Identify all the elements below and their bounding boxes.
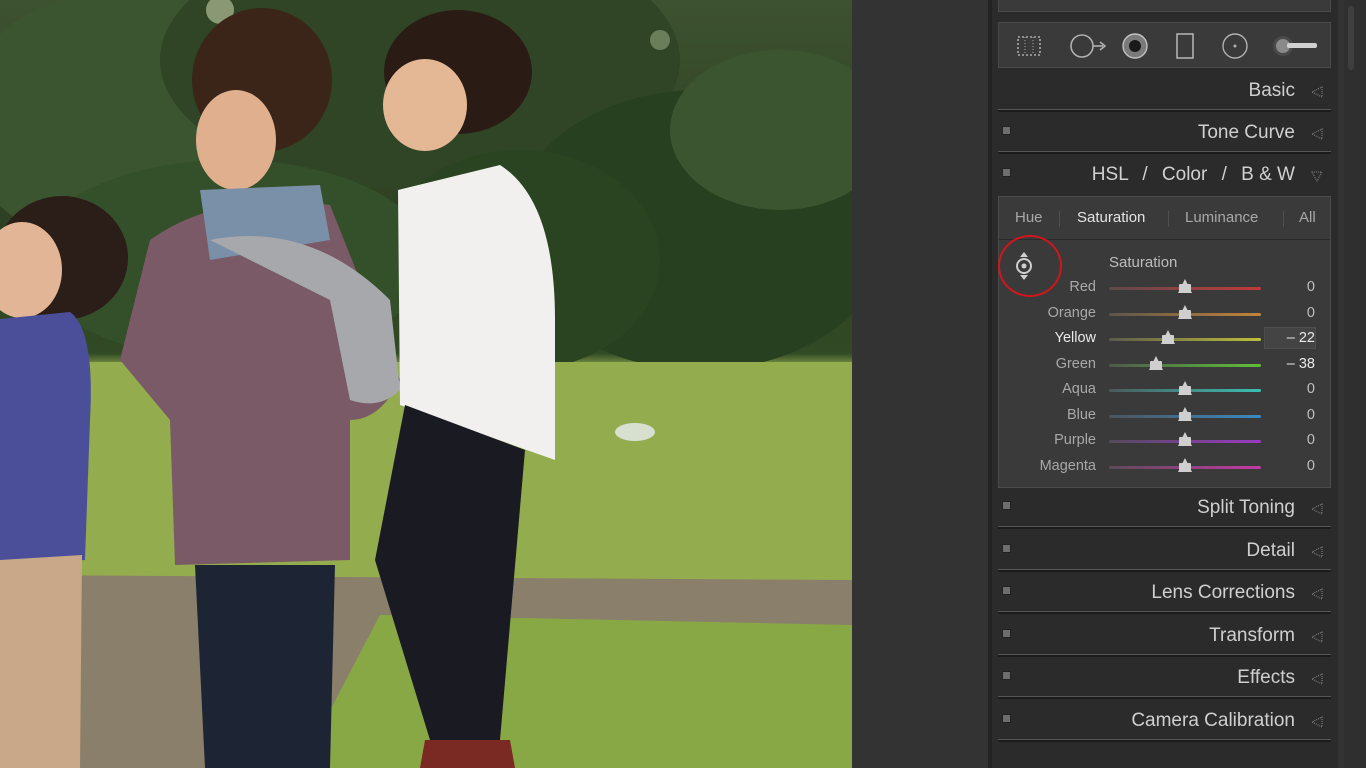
slider-handle[interactable] [1178, 304, 1192, 319]
slider-row-red: Red 0 [999, 275, 1330, 300]
tab-saturation[interactable]: Saturation [1077, 209, 1145, 226]
crop-overlay-icon[interactable] [1015, 32, 1043, 60]
graduated-filter-icon[interactable] [1171, 32, 1199, 60]
collapse-triangle-icon[interactable] [1311, 631, 1323, 643]
slider-handle[interactable] [1178, 381, 1192, 395]
slider-value[interactable]: – 22 [1287, 330, 1315, 346]
bw-tab[interactable]: B & W [1241, 164, 1295, 185]
panel-switch[interactable] [1002, 544, 1011, 553]
slider-row-blue: Blue 0 [999, 403, 1330, 428]
slider-row-yellow: Yellow – 22 [999, 326, 1330, 351]
tab-hue[interactable]: Hue [1015, 209, 1043, 226]
slider-label: Magenta [1039, 457, 1096, 474]
spot-removal-icon[interactable] [1069, 32, 1109, 60]
collapse-triangle-icon[interactable] [1311, 588, 1323, 600]
slider-value[interactable]: 0 [1307, 381, 1315, 397]
collapse-triangle-icon[interactable] [1311, 716, 1323, 728]
section-lens-corrections[interactable]: Lens Corrections [998, 576, 1331, 614]
slider-value[interactable]: 0 [1307, 432, 1315, 448]
hsl-tabs: Hue Saturation Luminance All [999, 197, 1330, 240]
hsl-header-title: HSL / Color / B & W [1092, 164, 1295, 186]
tab-luminance[interactable]: Luminance [1185, 209, 1258, 226]
slider-row-magenta: Magenta 0 [999, 454, 1330, 479]
section-title: Camera Calibration [1131, 710, 1295, 731]
section-tone-curve[interactable]: Tone Curve [998, 116, 1331, 154]
filmstrip-gap [852, 0, 988, 768]
slider-value[interactable]: – 38 [1287, 356, 1315, 372]
section-transform[interactable]: Transform [998, 619, 1331, 657]
slider-track[interactable] [1109, 363, 1261, 367]
collapse-triangle-icon[interactable] [1311, 546, 1323, 558]
slider-handle[interactable] [1161, 330, 1176, 344]
slider-value[interactable]: 0 [1307, 407, 1315, 423]
slider-handle[interactable] [1178, 432, 1192, 446]
slider-value[interactable]: 0 [1307, 458, 1315, 474]
panel-scrollbar[interactable] [1344, 0, 1366, 768]
photo-image [0, 0, 852, 768]
adjustment-brush-icon[interactable] [1269, 32, 1321, 60]
slider-handle[interactable] [1178, 406, 1192, 421]
section-title: Effects [1237, 667, 1295, 688]
panel-switch[interactable] [1002, 586, 1011, 595]
panel-switch[interactable] [1002, 629, 1011, 638]
slider-row-green: Green – 38 [999, 352, 1330, 377]
section-title: Basic [1248, 80, 1295, 101]
slider-label: Purple [1054, 432, 1096, 448]
panel-switch[interactable] [1002, 714, 1011, 723]
slider-value[interactable]: 0 [1307, 279, 1315, 295]
color-tab[interactable]: Color [1162, 164, 1207, 185]
collapse-triangle-icon[interactable] [1311, 673, 1323, 685]
slider-handle[interactable] [1149, 355, 1164, 370]
separator: / [1142, 164, 1148, 185]
radial-filter-icon[interactable] [1221, 32, 1249, 60]
separator: / [1221, 164, 1227, 185]
histogram-footer [998, 0, 1331, 12]
red-eye-icon[interactable] [1121, 32, 1149, 60]
slider-handle[interactable] [1178, 457, 1192, 472]
section-hsl-color-bw[interactable]: HSL / Color / B & W [998, 158, 1331, 196]
slider-label: Blue [1066, 406, 1096, 423]
slider-row-aqua: Aqua 0 [999, 377, 1330, 402]
hsl-panel-body: Hue Saturation Luminance All Saturation … [998, 196, 1331, 488]
expand-triangle-icon[interactable] [1311, 170, 1323, 182]
section-title: Detail [1246, 540, 1295, 561]
section-title: Split Toning [1197, 497, 1295, 518]
slider-row-purple: Purple 0 [999, 428, 1330, 453]
slider-track[interactable] [1109, 338, 1261, 341]
hsl-tab[interactable]: HSL [1092, 164, 1128, 185]
collapse-triangle-icon[interactable] [1311, 128, 1323, 140]
section-title: Transform [1209, 625, 1295, 646]
slider-label: Red [1069, 279, 1096, 295]
slider-label: Yellow [1054, 330, 1096, 346]
panel-switch[interactable] [1002, 501, 1011, 510]
slider-value[interactable]: 0 [1307, 305, 1315, 321]
section-detail[interactable]: Detail [998, 534, 1331, 572]
section-split-toning[interactable]: Split Toning [998, 491, 1331, 529]
panel-switch[interactable] [1002, 126, 1011, 135]
collapse-triangle-icon[interactable] [1311, 503, 1323, 515]
tab-all[interactable]: All [1299, 209, 1316, 226]
slider-handle[interactable] [1178, 279, 1192, 293]
slider-row-orange: Orange 0 [999, 301, 1330, 326]
tool-strip [998, 22, 1331, 68]
slider-label: Orange [1047, 304, 1096, 321]
section-title: Lens Corrections [1151, 582, 1295, 603]
panel-switch[interactable] [1002, 671, 1011, 680]
collapse-triangle-icon[interactable] [1311, 86, 1323, 98]
scrollbar-thumb[interactable] [1348, 6, 1354, 70]
section-camera-calibration[interactable]: Camera Calibration [998, 704, 1331, 742]
section-basic[interactable]: Basic [998, 74, 1331, 112]
section-effects[interactable]: Effects [998, 661, 1331, 699]
photo-preview [0, 0, 852, 768]
develop-panel: Basic Tone Curve HSL / Color / B & W Hue… [992, 0, 1338, 768]
section-title: Tone Curve [1197, 122, 1295, 143]
slider-label: Aqua [1062, 381, 1096, 397]
slider-label: Green [1055, 355, 1096, 372]
slider-group-title: Saturation [1109, 254, 1178, 271]
panel-switch[interactable] [1002, 168, 1011, 177]
